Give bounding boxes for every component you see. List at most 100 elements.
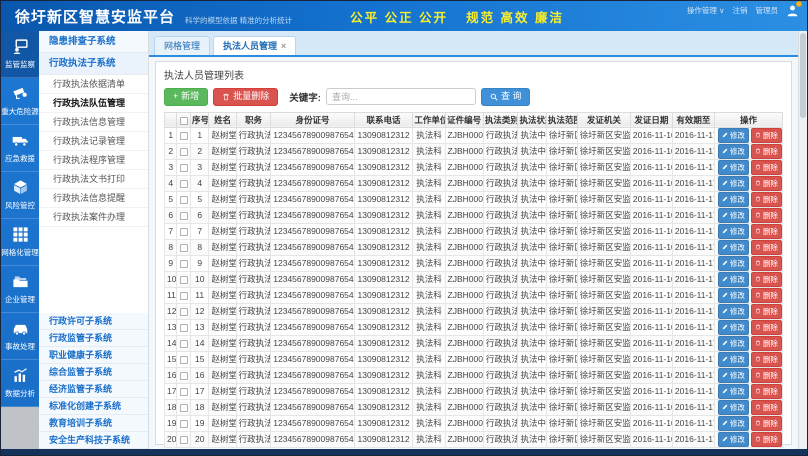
edit-button[interactable]: 修改: [718, 240, 749, 255]
module-item-cctv-camera[interactable]: 重大危险源: [1, 78, 39, 125]
keyword-input[interactable]: [326, 88, 476, 105]
scrollbar-thumb[interactable]: [800, 33, 806, 118]
module-item-cube[interactable]: 风险管控: [1, 172, 39, 219]
delete-button[interactable]: 删除: [751, 384, 782, 399]
edit-button[interactable]: 修改: [718, 384, 749, 399]
row-checkbox[interactable]: [180, 148, 188, 156]
tab-inactive[interactable]: 网格管理: [154, 36, 210, 55]
cell-name: 赵树堂: [209, 207, 236, 223]
menu-item[interactable]: 职业健康子系统: [39, 347, 148, 364]
delete-button[interactable]: 删除: [751, 288, 782, 303]
main-area: 网格管理执法人员管理× 执法人员管理列表 + 新增 批量删除 关键字:: [149, 31, 798, 449]
menu-item[interactable]: 安全生产科技子系统: [39, 432, 148, 449]
delete-button[interactable]: 删除: [751, 336, 782, 351]
row-checkbox[interactable]: [180, 228, 188, 236]
edit-button[interactable]: 修改: [718, 256, 749, 271]
add-button[interactable]: + 新增: [164, 88, 208, 106]
menu-item[interactable]: 教育培训子系统: [39, 415, 148, 432]
delete-button[interactable]: 删除: [751, 192, 782, 207]
logout-link[interactable]: 注销: [733, 5, 748, 16]
menu-item[interactable]: 行政执法子系统: [39, 53, 148, 75]
menu-item[interactable]: 行政执法程序管理: [39, 151, 148, 170]
menu-item[interactable]: 经济监管子系统: [39, 381, 148, 398]
delete-button[interactable]: 删除: [751, 272, 782, 287]
delete-button[interactable]: 删除: [751, 160, 782, 175]
edit-button[interactable]: 修改: [718, 352, 749, 367]
row-checkbox[interactable]: [180, 180, 188, 188]
edit-button[interactable]: 修改: [718, 320, 749, 335]
edit-button[interactable]: 修改: [718, 416, 749, 431]
select-all-checkbox[interactable]: [180, 117, 188, 125]
menu-item[interactable]: 行政监管子系统: [39, 330, 148, 347]
row-checkbox[interactable]: [180, 356, 188, 364]
edit-button[interactable]: 修改: [718, 224, 749, 239]
tab-active[interactable]: 执法人员管理×: [213, 36, 296, 55]
delete-button[interactable]: 删除: [751, 240, 782, 255]
row-checkbox[interactable]: [180, 388, 188, 396]
row-checkbox[interactable]: [180, 324, 188, 332]
menu-item[interactable]: 行政许可子系统: [39, 313, 148, 330]
module-item-monitor-person[interactable]: 监管监察: [1, 31, 39, 78]
row-checkbox[interactable]: [180, 164, 188, 172]
menu-item[interactable]: 综合监管子系统: [39, 364, 148, 381]
delete-button[interactable]: 删除: [751, 128, 782, 143]
menu-item[interactable]: 行政执法记录管理: [39, 132, 148, 151]
edit-button[interactable]: 修改: [718, 128, 749, 143]
search-button[interactable]: 查 询: [481, 88, 531, 106]
module-item-folder[interactable]: 企业管理: [1, 266, 39, 313]
edit-button[interactable]: 修改: [718, 176, 749, 191]
delete-button[interactable]: 删除: [751, 144, 782, 159]
row-checkbox[interactable]: [180, 132, 188, 140]
edit-button[interactable]: 修改: [718, 208, 749, 223]
delete-button[interactable]: 删除: [751, 224, 782, 239]
menu-item[interactable]: 行政执法队伍管理: [39, 94, 148, 113]
edit-button[interactable]: 修改: [718, 272, 749, 287]
edit-button[interactable]: 修改: [718, 288, 749, 303]
delete-button[interactable]: 删除: [751, 208, 782, 223]
row-checkbox[interactable]: [180, 404, 188, 412]
edit-button[interactable]: 修改: [718, 336, 749, 351]
row-checkbox[interactable]: [180, 260, 188, 268]
edit-button[interactable]: 修改: [718, 368, 749, 383]
delete-button[interactable]: 删除: [751, 320, 782, 335]
delete-button[interactable]: 删除: [751, 368, 782, 383]
delete-button[interactable]: 删除: [751, 176, 782, 191]
edit-button[interactable]: 修改: [718, 400, 749, 415]
row-checkbox[interactable]: [180, 308, 188, 316]
edit-button[interactable]: 修改: [718, 304, 749, 319]
row-checkbox[interactable]: [180, 372, 188, 380]
row-checkbox[interactable]: [180, 276, 188, 284]
edit-button[interactable]: 修改: [718, 160, 749, 175]
edit-button[interactable]: 修改: [718, 144, 749, 159]
menu-item[interactable]: 行政执法依据清单: [39, 75, 148, 94]
delete-button[interactable]: 删除: [751, 304, 782, 319]
module-item-grid[interactable]: 网格化管理: [1, 219, 39, 266]
delete-button[interactable]: 删除: [751, 256, 782, 271]
delete-button[interactable]: 删除: [751, 432, 782, 447]
batch-delete-button[interactable]: 批量删除: [213, 88, 278, 106]
row-checkbox[interactable]: [180, 196, 188, 204]
edit-button[interactable]: 修改: [718, 432, 749, 447]
row-checkbox[interactable]: [180, 340, 188, 348]
menu-item[interactable]: 行政执法文书打印: [39, 170, 148, 189]
module-item-car[interactable]: 事故处理: [1, 313, 39, 360]
module-item-rescue-truck[interactable]: 应急救援: [1, 125, 39, 172]
tab-close-icon[interactable]: ×: [281, 41, 286, 51]
menu-item[interactable]: 行政执法案件办理: [39, 208, 148, 227]
row-checkbox[interactable]: [180, 436, 188, 444]
menu-item[interactable]: 隐患排查子系统: [39, 31, 148, 53]
row-checkbox[interactable]: [180, 244, 188, 252]
menu-item[interactable]: 行政执法信息提醒: [39, 189, 148, 208]
delete-button[interactable]: 删除: [751, 400, 782, 415]
edit-button[interactable]: 修改: [718, 192, 749, 207]
user-icon[interactable]: [786, 4, 799, 17]
menu-item[interactable]: 行政执法信息管理: [39, 113, 148, 132]
delete-button[interactable]: 删除: [751, 416, 782, 431]
menu-item[interactable]: 标准化创建子系统: [39, 398, 148, 415]
module-item-bar-chart[interactable]: 数据分析: [1, 360, 39, 407]
row-checkbox[interactable]: [180, 212, 188, 220]
delete-button[interactable]: 删除: [751, 352, 782, 367]
row-checkbox[interactable]: [180, 292, 188, 300]
ops-menu-link[interactable]: 操作管理 ∨: [687, 5, 725, 16]
row-checkbox[interactable]: [180, 420, 188, 428]
